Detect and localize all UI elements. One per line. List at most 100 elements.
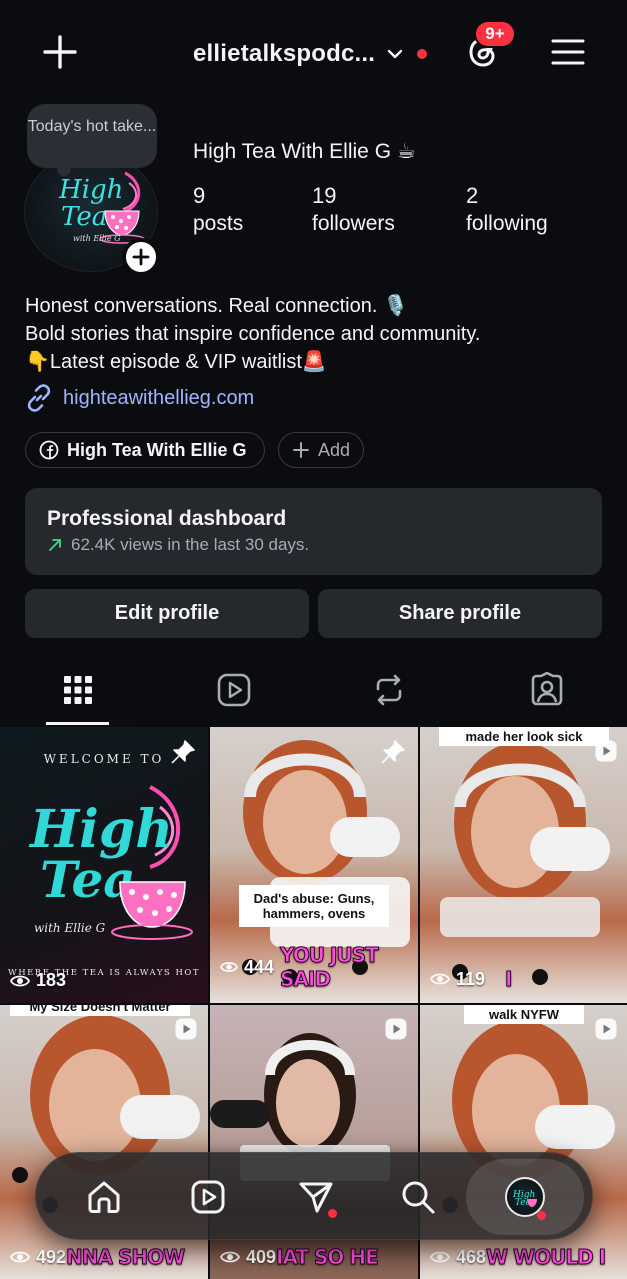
eye-icon [220, 962, 238, 972]
stat-value: 19 [312, 183, 337, 208]
account-switcher[interactable]: ellietalkspodc... [193, 38, 428, 70]
post-thumbnail[interactable]: made her look sick 119 I [420, 727, 627, 1003]
view-count-value: 409 [246, 1246, 277, 1267]
view-count: 444 YOU JUST SAID [220, 943, 418, 992]
post-text-overlay: walk NYFW [464, 1005, 584, 1024]
stat-value: 9 [193, 183, 206, 208]
post-caption: IAT SO HE [276, 1245, 380, 1270]
dashboard-subtitle-row: 62.4K views in the last 30 days. [47, 535, 580, 555]
notification-badge: 9+ [474, 20, 516, 48]
reel-icon [595, 740, 617, 762]
facebook-chip-label: High Tea With Ellie G [67, 439, 247, 460]
bio-link[interactable]: highteawithellieg.com [25, 384, 254, 412]
add-chip-label: Add [317, 439, 350, 460]
messages-unread-dot [328, 1209, 337, 1218]
reel-icon [175, 1018, 197, 1040]
tab-grid[interactable] [60, 672, 96, 708]
view-count-value: 119 [456, 968, 486, 989]
tab-reposts[interactable] [371, 672, 407, 708]
eye-icon [10, 975, 30, 986]
create-post-button[interactable] [40, 32, 80, 72]
display-name: High Tea With Ellie G ☕ [193, 140, 416, 163]
tab-tagged[interactable] [529, 672, 565, 708]
bio: Honest conversations. Real connection. 🎙… [25, 292, 480, 376]
grid-icon [64, 676, 92, 704]
pin-icon [381, 740, 405, 764]
post-thumbnail[interactable]: Dad's abuse: Guns, hammers, ovens 444 YO… [210, 727, 418, 1003]
plus-icon [132, 248, 150, 266]
professional-dashboard[interactable]: Professional dashboard 62.4K views in th… [25, 488, 602, 575]
top-bar: ellietalkspodc... 9+ [0, 0, 627, 105]
podcast-photo [440, 742, 610, 985]
plus-icon [292, 442, 309, 458]
share-profile-button[interactable]: Share profile [318, 589, 602, 638]
view-count: 183 [10, 970, 66, 991]
edit-profile-button[interactable]: Edit profile [25, 589, 309, 638]
note-text: Today's hot take... [27, 118, 157, 135]
menu-button[interactable] [550, 36, 586, 68]
view-count-value: 183 [36, 970, 67, 990]
trend-up-arrow-icon [49, 539, 61, 551]
content-tabs [0, 660, 627, 726]
facebook-icon [39, 440, 59, 460]
stat-label: followers [312, 212, 395, 235]
post-text-overlay: Dad's abuse: Guns, hammers, ovens [239, 885, 389, 927]
hamburger-menu-icon [551, 39, 585, 65]
view-count: 119 I [430, 967, 514, 992]
post-caption: I [505, 967, 514, 992]
profile-unread-dot [537, 1211, 546, 1220]
reels-icon [191, 1180, 225, 1214]
eye-icon [430, 1251, 450, 1263]
link-text: highteawithellieg.com [63, 386, 255, 409]
svg-text:Tea: Tea [61, 202, 107, 232]
tagged-person-icon [531, 672, 563, 706]
facebook-chip[interactable]: High Tea With Ellie G [25, 432, 265, 468]
bio-line: Honest conversations. Real connection. 🎙… [25, 295, 408, 317]
bottom-nav-bar: High Tea [35, 1152, 593, 1240]
dashboard-subtitle: 62.4K views in the last 30 days. [71, 535, 310, 554]
dashboard-title: Professional dashboard [47, 507, 287, 530]
plus-icon [43, 35, 77, 69]
high-tea-logo: High Tea [512, 1190, 537, 1208]
reels-icon [217, 673, 251, 707]
post-text-overlay: made her look sick [439, 727, 609, 746]
stat-label: following [466, 212, 548, 235]
view-count-value: 468 [456, 1246, 487, 1267]
view-count-value: 492 [36, 1246, 67, 1267]
add-chip[interactable]: Add [278, 432, 364, 468]
reel-icon [595, 1018, 617, 1040]
post-caption: YOU JUST SAID [280, 943, 380, 992]
reel-icon [385, 1018, 407, 1040]
eye-icon [430, 973, 450, 985]
high-tea-logo: WELCOME TO High Tea with Ellie G WHERE T… [8, 752, 199, 978]
post-caption: NNA SHOW [66, 1245, 186, 1270]
view-count: 468 W WOULD I [430, 1245, 607, 1270]
stat-posts[interactable]: 9 posts [193, 182, 243, 238]
view-count: 409 IAT SO HE [220, 1245, 380, 1270]
stat-followers[interactable]: 19 followers [312, 182, 395, 238]
search-icon [402, 1181, 435, 1214]
chevron-down-icon [387, 49, 403, 59]
tab-reels[interactable] [216, 672, 252, 708]
post-caption: W WOULD I [486, 1245, 607, 1270]
add-story-button[interactable] [122, 238, 160, 276]
eye-icon [220, 1251, 240, 1263]
nav-reels[interactable] [186, 1175, 230, 1219]
post-text-overlay: My Size Doesn't Matter [10, 1005, 190, 1016]
logo-title-2: Tea [40, 850, 136, 909]
repost-icon [376, 674, 402, 706]
note-bubble[interactable]: Today's hot take... [27, 104, 157, 176]
post-thumbnail[interactable]: WELCOME TO High Tea with Ellie G WHERE T… [0, 727, 208, 1003]
bio-line: 👇Latest episode & VIP waitlist🚨 [25, 351, 327, 373]
active-tab-indicator [46, 722, 109, 725]
view-count-value: 444 [243, 956, 275, 977]
view-count: 492 NNA SHOW [10, 1245, 186, 1270]
stat-following[interactable]: 2 following [466, 182, 548, 238]
home-icon [88, 1181, 120, 1213]
stat-label: posts [193, 212, 244, 235]
logo-welcome: WELCOME TO [44, 752, 165, 766]
pin-icon [171, 740, 195, 764]
bio-line: Bold stories that inspire confidence and… [25, 323, 481, 345]
nav-search[interactable] [396, 1175, 440, 1219]
nav-home[interactable] [82, 1175, 126, 1219]
